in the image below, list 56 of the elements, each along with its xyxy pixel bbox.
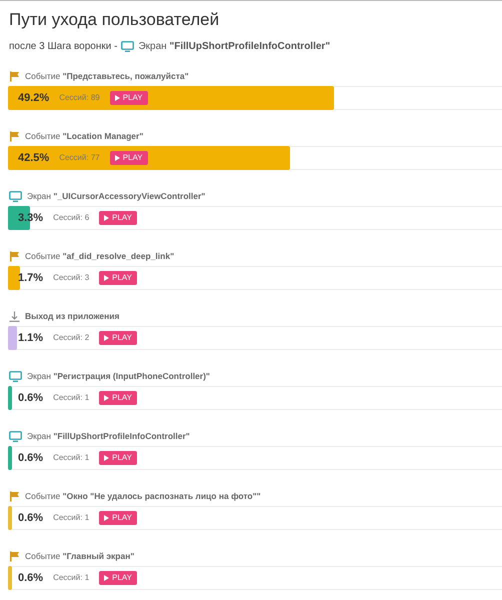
play-button[interactable]: PLAY — [110, 91, 148, 105]
play-icon — [104, 575, 110, 581]
session-count: Сессий: 77 — [59, 152, 100, 164]
step-label: Событие "af_did_resolve_deep_link" — [25, 250, 174, 262]
flag-icon — [9, 250, 20, 262]
flag-icon — [9, 70, 20, 82]
session-count: Сессий: 2 — [53, 332, 90, 344]
play-button[interactable]: PLAY — [99, 571, 138, 585]
monitor-icon — [9, 370, 22, 382]
play-button[interactable]: PLAY — [99, 511, 138, 525]
download-icon — [9, 310, 20, 322]
play-icon — [104, 275, 110, 281]
step-label: Экран "FillUpShortProfileInfoController" — [27, 430, 190, 442]
play-icon — [114, 95, 120, 101]
step-label: Событие "Представьтесь, пожалуйста" — [25, 70, 189, 82]
percent-value: 0.6% — [18, 450, 44, 466]
step-label: Выход из приложения — [25, 310, 120, 322]
step-label: Экран "_UICursorAccessoryViewController" — [27, 190, 206, 202]
step-label: Событие "Location Manager" — [25, 130, 144, 142]
percent-value: 0.6% — [18, 570, 44, 586]
session-count: Сессий: 1 — [53, 392, 90, 404]
session-count: Сессий: 6 — [53, 212, 90, 224]
play-icon — [104, 455, 110, 461]
session-count: Сессий: 3 — [53, 272, 90, 284]
play-button[interactable]: PLAY — [99, 451, 138, 465]
session-count: Сессий: 1 — [53, 572, 90, 584]
subtitle-text: после 3 Шага воронки - — [9, 40, 118, 54]
percent-value: 0.6% — [18, 510, 44, 526]
play-icon — [104, 215, 110, 221]
play-icon — [104, 515, 110, 521]
play-icon — [104, 395, 110, 401]
play-button[interactable]: PLAY — [99, 271, 138, 285]
play-icon — [104, 335, 110, 341]
play-button[interactable]: PLAY — [99, 331, 138, 345]
play-button[interactable]: PLAY — [99, 391, 138, 405]
play-button[interactable]: PLAY — [110, 151, 148, 165]
percent-value: 49.2% — [18, 90, 50, 106]
screen-label: Экран "FillUpShortProfileInfoController" — [138, 40, 330, 54]
step-label: Экран "Регистрация (InputPhoneController)" — [27, 370, 210, 382]
monitor-icon — [9, 430, 22, 442]
session-count: Сессий: 1 — [53, 512, 90, 524]
step-label: Событие "Главный экран" — [25, 550, 134, 562]
session-count: Сессий: 1 — [53, 452, 90, 464]
play-icon — [114, 155, 120, 161]
flag-icon — [9, 130, 20, 142]
page-title: Пути ухода пользователей — [9, 9, 220, 31]
monitor-icon — [9, 190, 22, 202]
flag-icon — [9, 550, 20, 562]
step-label: Событие "Окно "Не удалось распознать лицо на фото"" — [25, 490, 261, 502]
percent-value: 1.1% — [18, 330, 44, 346]
percent-value: 42.5% — [18, 150, 50, 166]
play-button[interactable]: PLAY — [99, 211, 138, 225]
monitor-icon — [121, 41, 134, 52]
percent-value: 0.6% — [18, 390, 44, 406]
session-count: Сессий: 89 — [59, 92, 100, 104]
flag-icon — [9, 490, 20, 502]
